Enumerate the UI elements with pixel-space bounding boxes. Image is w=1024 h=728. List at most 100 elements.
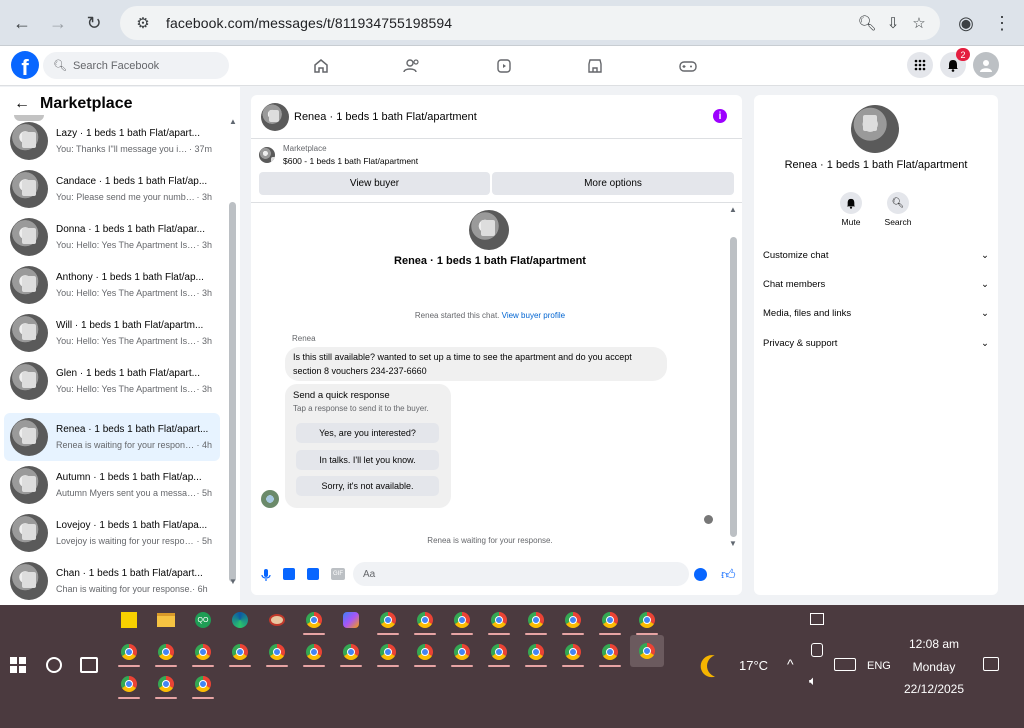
- like-thumb-icon[interactable]: 👍︎: [721, 566, 736, 583]
- conversation-item[interactable]: Candace · 1 beds 1 bath Flat/ap... You: P…: [4, 165, 220, 213]
- chrome-icon[interactable]: [190, 639, 216, 667]
- file-explorer-icon[interactable]: [153, 607, 179, 633]
- forward-arrow-icon[interactable]: →: [44, 9, 72, 37]
- install-app-icon[interactable]: ⇩: [880, 10, 906, 36]
- conversation-item[interactable]: Will · 1 beds 1 bath Flat/apartm... You: …: [4, 309, 220, 357]
- network-icon[interactable]: [810, 613, 824, 625]
- chrome-icon[interactable]: [375, 607, 401, 635]
- profile-icon[interactable]: ◉: [952, 9, 980, 37]
- site-settings-icon[interactable]: ⚙: [130, 10, 156, 36]
- search-facebook-input[interactable]: 🔍︎ Search Facebook: [43, 52, 229, 79]
- chat-scrollbar[interactable]: ▲ ▼: [729, 205, 737, 550]
- chrome-icon[interactable]: [153, 639, 179, 667]
- zoom-icon[interactable]: 🔍︎: [854, 10, 880, 36]
- chrome-icon[interactable]: [301, 607, 327, 635]
- task-view-icon[interactable]: [80, 657, 98, 673]
- emoji-icon[interactable]: [694, 568, 707, 581]
- quick-reply-button[interactable]: In talks. I'll let you know.: [296, 450, 439, 470]
- conversation-item[interactable]: Donna · 1 beds 1 bath Flat/apar... You: H…: [4, 213, 220, 261]
- search-icon[interactable]: 🔍︎: [887, 192, 909, 214]
- chrome-icon[interactable]: [264, 639, 290, 667]
- conversation-item[interactable]: Anthony · 1 beds 1 bath Flat/ap... You: H…: [4, 261, 220, 309]
- chrome-icon[interactable]: [523, 639, 549, 667]
- marketplace-icon[interactable]: [583, 54, 607, 78]
- chrome-icon[interactable]: [190, 671, 216, 699]
- menu-kebab-icon[interactable]: ⋮: [988, 9, 1016, 37]
- conversation-item[interactable]: Autumn · 1 beds 1 bath Flat/ap... Autumn …: [4, 461, 220, 509]
- message-bubble[interactable]: Is this still available? wanted to set u…: [285, 347, 667, 381]
- profile-avatar[interactable]: [469, 210, 509, 250]
- gaming-icon[interactable]: [676, 54, 700, 78]
- quick-reply-button[interactable]: Sorry, it's not available.: [296, 476, 439, 496]
- friends-icon[interactable]: [400, 54, 424, 78]
- back-arrow-icon[interactable]: ←: [14, 95, 30, 113]
- mute-label[interactable]: Mute: [830, 217, 872, 227]
- chrome-icon[interactable]: [449, 607, 475, 635]
- details-avatar[interactable]: [851, 105, 901, 155]
- back-arrow-icon[interactable]: ←: [8, 9, 36, 37]
- clock-time[interactable]: 12:08 am: [898, 637, 970, 651]
- reload-icon[interactable]: ↻: [80, 9, 108, 37]
- chrome-icon[interactable]: [486, 639, 512, 667]
- chrome-icon[interactable]: [560, 607, 586, 635]
- search-label[interactable]: Search: [877, 217, 919, 227]
- paint-icon[interactable]: [264, 607, 290, 633]
- home-icon[interactable]: [309, 54, 333, 78]
- chat-members-section[interactable]: Chat members ⌄: [763, 279, 989, 290]
- chrome-icon[interactable]: [227, 639, 253, 667]
- privacy-support-section[interactable]: Privacy & support ⌄: [763, 338, 989, 349]
- keyboard-icon[interactable]: [834, 658, 856, 671]
- conversation-item[interactable]: Glen · 1 beds 1 bath Flat/apart... You: H…: [4, 357, 220, 405]
- conversation-item-active[interactable]: Renea · 1 beds 1 bath Flat/apart... Renea…: [4, 413, 220, 461]
- conversation-item[interactable]: Lazy · 1 beds 1 bath Flat/apart... You: T…: [4, 117, 220, 165]
- chrome-icon[interactable]: [116, 671, 142, 699]
- photo-icon[interactable]: [283, 568, 295, 580]
- scroll-up-icon[interactable]: ▲: [229, 117, 237, 126]
- scrollbar-thumb[interactable]: [730, 237, 737, 537]
- scroll-up-icon[interactable]: ▲: [729, 205, 737, 214]
- chrome-icon[interactable]: [560, 639, 586, 667]
- speaker-icon[interactable]: 🔈︎: [809, 673, 817, 689]
- edge-icon[interactable]: [227, 607, 253, 633]
- quick-reply-button[interactable]: Yes, are you interested?: [296, 423, 439, 443]
- sticky-notes-icon[interactable]: [116, 607, 142, 633]
- video-icon[interactable]: [492, 54, 516, 78]
- chrome-icon[interactable]: [597, 639, 623, 667]
- clock-date[interactable]: 22/12/2025: [898, 682, 970, 696]
- chrome-icon[interactable]: [449, 639, 475, 667]
- chrome-icon[interactable]: [412, 639, 438, 667]
- view-buyer-profile-link[interactable]: View buyer profile: [502, 311, 565, 320]
- media-files-links-section[interactable]: Media, files and links ⌄: [763, 308, 989, 319]
- chrome-icon[interactable]: [523, 607, 549, 635]
- weather-temp[interactable]: 17°C: [739, 658, 768, 673]
- clock-day[interactable]: Monday: [898, 660, 970, 674]
- scroll-down-icon[interactable]: ▼: [229, 577, 237, 586]
- sticker-icon[interactable]: [307, 568, 319, 580]
- chrome-icon-active[interactable]: [630, 635, 664, 667]
- weather-moon-icon[interactable]: [704, 652, 732, 680]
- chrome-icon[interactable]: [338, 639, 364, 667]
- listing-title[interactable]: $600 - 1 beds 1 bath Flat/apartment: [283, 156, 418, 166]
- message-input[interactable]: Aa: [353, 562, 689, 586]
- notification-center-icon[interactable]: [983, 657, 999, 671]
- chrome-icon[interactable]: [116, 639, 142, 667]
- facebook-logo-icon[interactable]: f: [11, 51, 39, 79]
- scroll-down-icon[interactable]: ▼: [729, 539, 737, 548]
- more-options-button[interactable]: More options: [492, 172, 734, 195]
- mute-bell-icon[interactable]: [840, 192, 862, 214]
- gif-icon[interactable]: GIF: [331, 568, 345, 580]
- account-avatar[interactable]: [973, 52, 999, 78]
- copilot-icon[interactable]: [338, 607, 364, 633]
- meet-camera-icon[interactable]: [811, 643, 823, 657]
- conversation-item[interactable]: Lovejoy · 1 beds 1 bath Flat/apa... Lovej…: [4, 509, 220, 557]
- view-buyer-button[interactable]: View buyer: [259, 172, 490, 195]
- search-circle-icon[interactable]: [46, 657, 62, 673]
- chevron-up-icon[interactable]: ^: [787, 656, 794, 672]
- chrome-icon[interactable]: [375, 639, 401, 667]
- chrome-icon[interactable]: [412, 607, 438, 635]
- conversation-item[interactable]: Chan · 1 beds 1 bath Flat/apart... Chan i…: [4, 557, 220, 605]
- bookmark-star-icon[interactable]: ☆: [906, 10, 932, 36]
- apps-menu-icon[interactable]: [907, 52, 933, 78]
- chrome-icon[interactable]: [634, 607, 660, 635]
- customize-chat-section[interactable]: Customize chat ⌄: [763, 250, 989, 261]
